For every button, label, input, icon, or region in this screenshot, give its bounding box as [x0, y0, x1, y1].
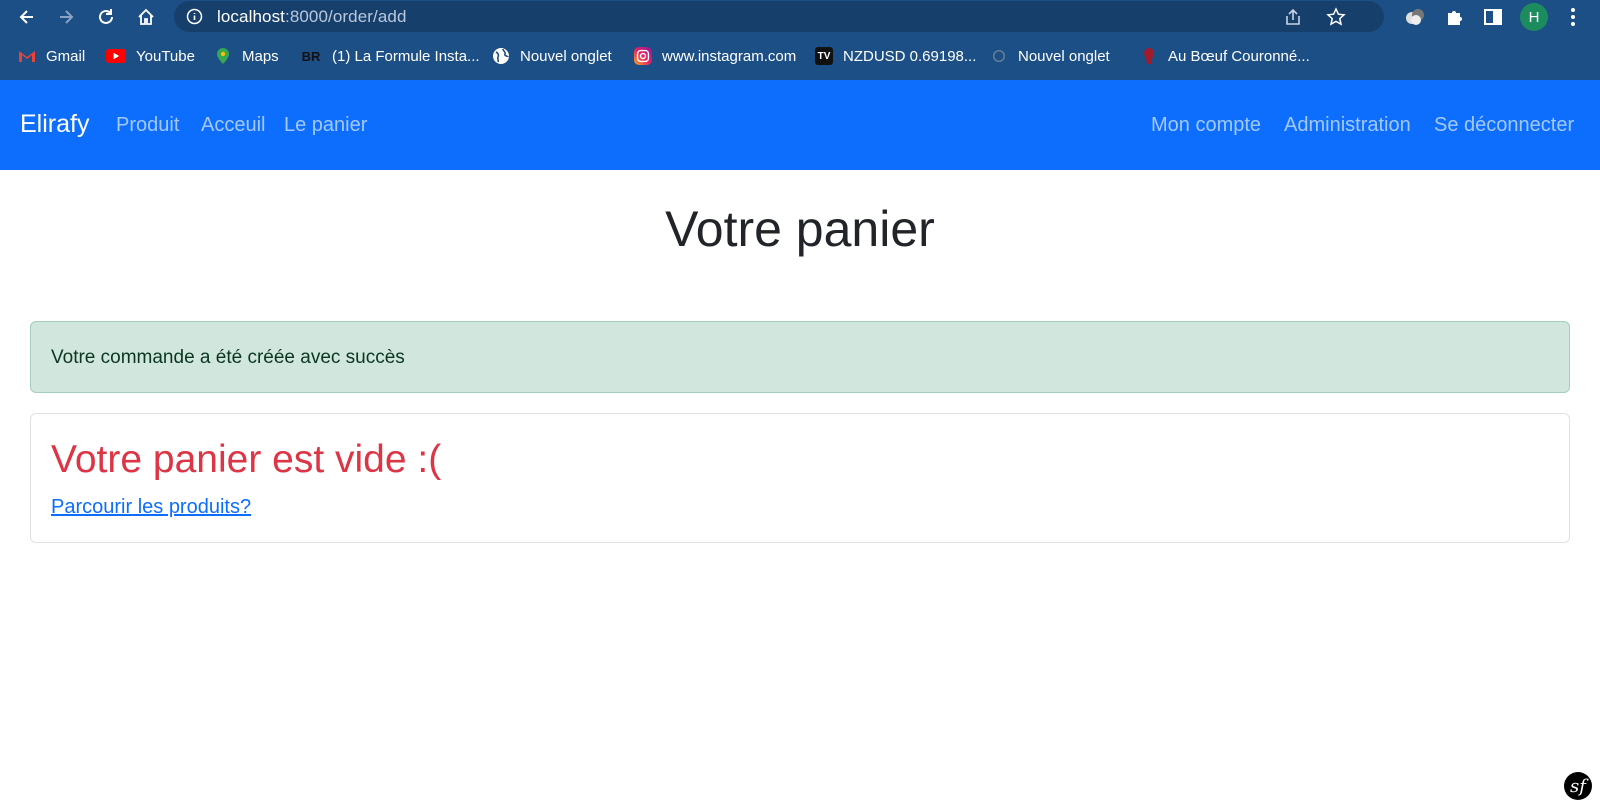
app-navbar: Elirafy Produit Acceuil Le panier Mon co…: [0, 80, 1600, 170]
address-bar[interactable]: localhost:8000/order/add: [174, 1, 1384, 32]
bookmark-label: Au Bœuf Couronné...: [1168, 47, 1310, 65]
tab-icon: [990, 47, 1008, 65]
bookmark-nouvel-onglet-1[interactable]: Nouvel onglet: [492, 46, 612, 66]
nav-link-le-panier[interactable]: Le panier: [284, 114, 367, 137]
success-alert: Votre commande a été créée avec succès: [30, 321, 1570, 393]
nav-link-administration[interactable]: Administration: [1284, 114, 1411, 137]
brand-link[interactable]: Elirafy: [20, 110, 89, 139]
br-icon: BR: [301, 48, 321, 64]
side-panel-icon[interactable]: [1482, 6, 1504, 28]
bookmark-label: www.instagram.com: [662, 47, 797, 65]
nav-link-produit[interactable]: Produit: [116, 114, 179, 137]
bookmark-la-formule[interactable]: BR (1) La Formule Insta...: [300, 46, 480, 66]
browser-toolbar: localhost:8000/order/add H: [0, 0, 1600, 34]
youtube-icon: [106, 49, 126, 63]
tradingview-icon: TV: [815, 47, 833, 65]
bookmark-label: Nouvel onglet: [1018, 47, 1110, 65]
nav-link-se-deconnecter[interactable]: Se déconnecter: [1434, 114, 1574, 137]
nav-link-mon-compte[interactable]: Mon compte: [1151, 114, 1261, 137]
bookmark-label: Maps: [242, 47, 279, 65]
bookmark-nzdusd[interactable]: TV NZDUSD 0.69198...: [815, 46, 976, 66]
page-title: Votre panier: [665, 201, 935, 257]
nav-link-acceuil[interactable]: Acceuil: [201, 114, 265, 137]
url-host: localhost: [217, 7, 285, 26]
restaurant-icon: [1140, 47, 1158, 65]
bookmark-label: Nouvel onglet: [520, 47, 612, 65]
forward-icon[interactable]: [53, 4, 79, 30]
share-icon[interactable]: [1283, 7, 1303, 27]
bookmark-instagram[interactable]: www.instagram.com: [634, 46, 796, 66]
reload-icon[interactable]: [93, 4, 119, 30]
bookmark-maps[interactable]: Maps: [214, 46, 279, 66]
bookmark-label: YouTube: [136, 47, 195, 65]
browser-chrome: localhost:8000/order/add H Gmail YouTube: [0, 0, 1600, 80]
bookmarks-bar: Gmail YouTube Maps BR (1) La Formule Ins…: [0, 40, 1600, 72]
instagram-icon: [634, 47, 652, 65]
home-icon[interactable]: [133, 4, 159, 30]
extensions-puzzle-icon[interactable]: [1444, 6, 1466, 28]
bookmark-label: (1) La Formule Insta...: [332, 47, 480, 65]
empty-cart-card: Votre panier est vide :( Parcourir les p…: [30, 413, 1570, 543]
bookmark-gmail[interactable]: Gmail: [18, 46, 85, 66]
browser-menu-icon[interactable]: [1562, 6, 1584, 28]
url-text[interactable]: localhost:8000/order/add: [217, 7, 407, 27]
alert-message: Votre commande a été créée avec succès: [51, 347, 405, 368]
maps-icon: [214, 47, 232, 65]
bookmark-au-boeuf[interactable]: Au Bœuf Couronné...: [1140, 46, 1310, 66]
bookmark-label: Gmail: [46, 47, 86, 65]
back-icon[interactable]: [14, 4, 40, 30]
bookmark-youtube[interactable]: YouTube: [106, 46, 195, 66]
profile-avatar[interactable]: H: [1520, 3, 1548, 31]
gmail-icon: [18, 47, 36, 65]
site-info-icon[interactable]: [186, 8, 203, 25]
bookmark-label: NZDUSD 0.69198...: [843, 47, 977, 65]
symfony-toolbar-icon[interactable]: sf: [1564, 772, 1592, 800]
browse-products-link[interactable]: Parcourir les produits?: [51, 496, 251, 519]
url-path: :8000/order/add: [285, 7, 407, 26]
bookmark-star-icon[interactable]: [1326, 7, 1346, 27]
bookmark-nouvel-onglet-2[interactable]: Nouvel onglet: [990, 46, 1110, 66]
empty-cart-title: Votre panier est vide :(: [51, 438, 442, 481]
globe-icon: [492, 47, 510, 65]
extension-ball-icon[interactable]: [1404, 6, 1426, 28]
